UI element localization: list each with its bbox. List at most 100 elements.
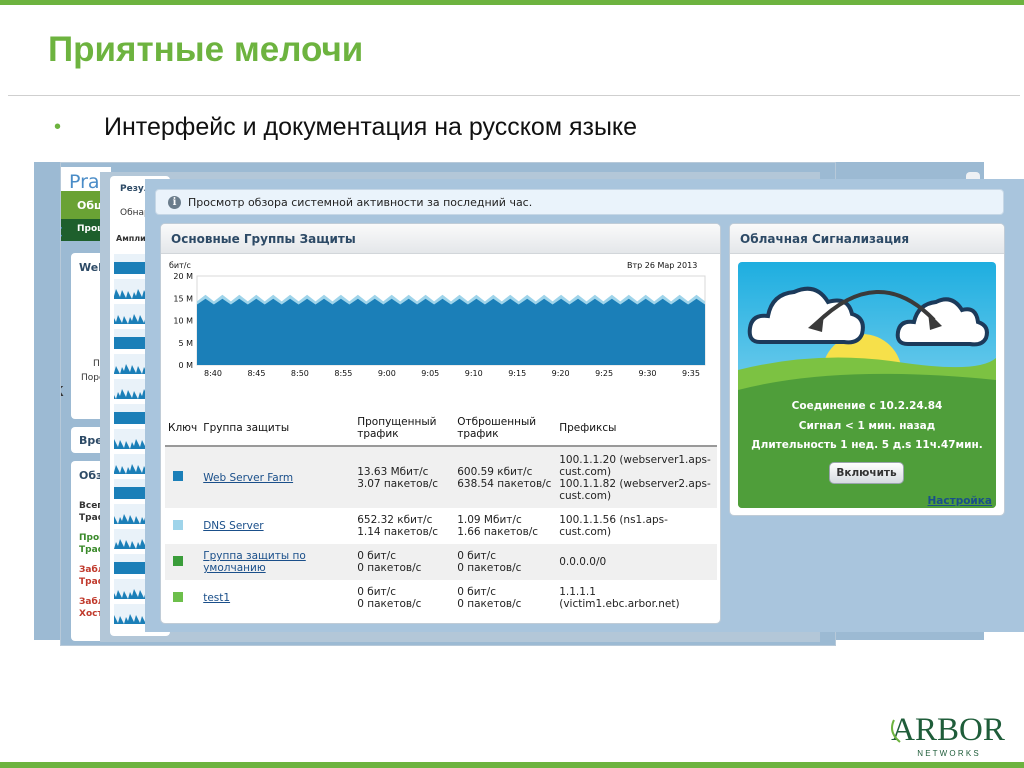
prefixes-cell: 100.1.1.20 (webserver1.aps-cust.com) 100.… [556,446,717,508]
traffic-chart: бит/с Втр 26 Мар 2013 20 M 15 M 10 M 5 M 0 M 8:… [167,258,713,384]
x-tick-label: 8:55 [334,369,352,378]
cell-line: 1.09 Мбит/с [457,514,522,526]
screenshot-front: i Просмотр обзора системной активности з… [145,179,1024,632]
col-dropped-label: Отброшенный трафик [457,415,537,440]
col-key: Ключ [165,410,201,447]
side-label: 0, [61,339,62,349]
dropped-cell: 1.09 Мбит/с 1.66 пакетов/с [454,508,556,544]
group-cell: DNS Server [200,508,354,544]
protection-groups-table: Ключ Группа защиты Пропущенный трафик От… [165,410,717,616]
side-letter: C [61,225,63,241]
cell-line: 13.63 Мбит/с [357,465,429,478]
panel-title: Основные Группы Защиты [171,232,356,246]
dropped-cell: 0 бит/с 0 пакетов/с [454,580,556,616]
table-row: DNS Server 652.32 кбит/с 1.14 пакетов/с 1.0… [165,508,717,544]
cell-line: 0 бит/с [457,550,496,562]
connection-info: Соединение с 10.2.24.84 [791,400,943,412]
cell-line: 0 пакетов/с [457,562,522,574]
key-cell [165,508,200,544]
color-key-swatch [173,471,183,481]
passed-cell: 652.32 кбит/с 1.14 пакетов/с [354,508,454,544]
x-tick-label: 8:40 [204,369,222,378]
x-tick-label: 9:30 [639,369,657,378]
x-tick-label: 9:15 [508,369,526,378]
cell-line: 0 бит/с [457,586,496,598]
table-row: test1 0 бит/с 0 пакетов/с 0 бит/с 0 пакетов/… [165,580,717,616]
x-tick-label: 9:05 [421,369,439,378]
x-tick-label: 9:00 [378,369,396,378]
key-cell [165,446,201,508]
col-passed: Пропущенный трафик [354,410,455,447]
col-prefixes: Префиксы [556,410,717,447]
color-key-swatch [173,519,183,530]
protection-group-link[interactable]: test1 [203,592,230,604]
logo-svg: ARBOR N E T W O R K S [891,712,1005,758]
side-label: К [61,385,64,400]
y-tick-label: 5 M [178,339,193,348]
protection-group-link[interactable]: Группа защиты по умолчанию [203,550,306,574]
y-tick-label: 15 M [173,294,193,303]
color-key-swatch [173,591,183,602]
x-tick-label: 8:50 [291,369,309,378]
tab-protection-fragment[interactable]: Проц [61,219,104,241]
col-group: Группа защиты [200,410,355,447]
cell-line: 0 бит/с [357,550,396,562]
protection-group-link[interactable]: Web Server Farm [203,472,293,484]
group-cell: Группа защиты по умолчанию [200,544,355,580]
prefixes-cell: 1.1.1.1 (victim1.ebc.arbor.net) [556,580,717,616]
passed-cell: 0 бит/с 0 пакетов/с [354,544,455,580]
chart-svg: бит/с Втр 26 Мар 2013 20 M 15 M 10 M 5 M 0 M 8:… [169,261,706,378]
top-accent-bar [0,0,1024,5]
passed-cell: 0 бит/с 0 пакетов/с [354,580,454,616]
cell-line: 100.1.1.56 (ns1.aps-cust.com) [559,514,668,538]
col-dropped: Отброшенный трафик [454,410,557,447]
protection-groups-panel: Основные Группы Защиты бит/с Втр 26 Мар 2… [160,223,721,624]
arbor-networks-logo: ARBOR N E T W O R K S [878,710,1018,760]
panel-title: Облачная Сигнализация [740,232,910,246]
x-tick-label: 9:10 [465,369,483,378]
slide-title: Приятные мелочи [48,30,364,69]
cell-line: 652.32 кбит/с [357,514,433,526]
duration-info: Длительность 1 нед. 5 д.s 11ч.47мин. [751,439,983,451]
y-tick-label: 0 M [178,361,193,370]
x-tick-label: 9:35 [682,369,700,378]
tab-overview-fragment[interactable]: Общ [61,191,106,219]
x-tick-label: 9:25 [595,369,613,378]
signal-info: Сигнал < 1 мин. назад [798,420,936,432]
passed-cell: 13.63 Мбит/с 3.07 пакетов/с [354,446,455,508]
logo-subtitle: N E T W O R K S [917,749,979,758]
logo-wordmark: ARBOR [891,712,1005,748]
dropped-cell: 600.59 кбит/с 638.54 пакетов/с [454,446,557,508]
y-tick-label: 20 M [173,272,193,281]
cell-line: cust.com) [559,489,612,502]
y-axis-label: бит/с [169,261,191,270]
cell-line: 638.54 пакетов/с [457,477,552,490]
col-passed-label: Пропущенный трафик [357,415,437,440]
cell-line: 3.07 пакетов/с [357,477,439,490]
group-cell: Web Server Farm [200,446,355,508]
x-tick-label: 8:45 [247,369,265,378]
cell-line: 0 пакетов/с [457,598,522,610]
cell-line: 0.0.0.0/0 [559,556,607,568]
protection-group-link[interactable]: DNS Server [203,520,263,532]
cell-line: cust.com) [559,465,612,478]
cell-line: 600.59 кбит/с [457,465,533,478]
cloud-right-icon [895,297,989,347]
info-text: Просмотр обзора системной активности за … [188,196,533,209]
enable-button[interactable]: Включить [829,462,904,484]
group-cell: test1 [200,580,354,616]
cell-line: 0 пакетов/с [357,598,422,610]
side-label: 0, [61,317,62,327]
cell-line: 1.66 пакетов/с [457,526,539,538]
cloud-left-icon [747,286,865,345]
settings-link[interactable]: Настройка [928,495,992,507]
table-row: Web Server Farm 13.63 Мбит/с 3.07 пакетов/… [165,446,717,508]
cloud-illustration: Соединение с 10.2.24.84 Сигнал < 1 мин. … [738,262,996,508]
side-label: 0, [61,269,62,279]
cell-line: 0 бит/с [357,586,396,598]
ampl-label: Ампли [116,234,146,243]
panel-header: Основные Группы Защиты [161,224,720,254]
cell-line: 1.1.1.1 (victim1.ebc.arbor.net) [559,586,680,610]
bottom-accent-bar [0,762,1024,768]
title-divider [8,95,1020,96]
